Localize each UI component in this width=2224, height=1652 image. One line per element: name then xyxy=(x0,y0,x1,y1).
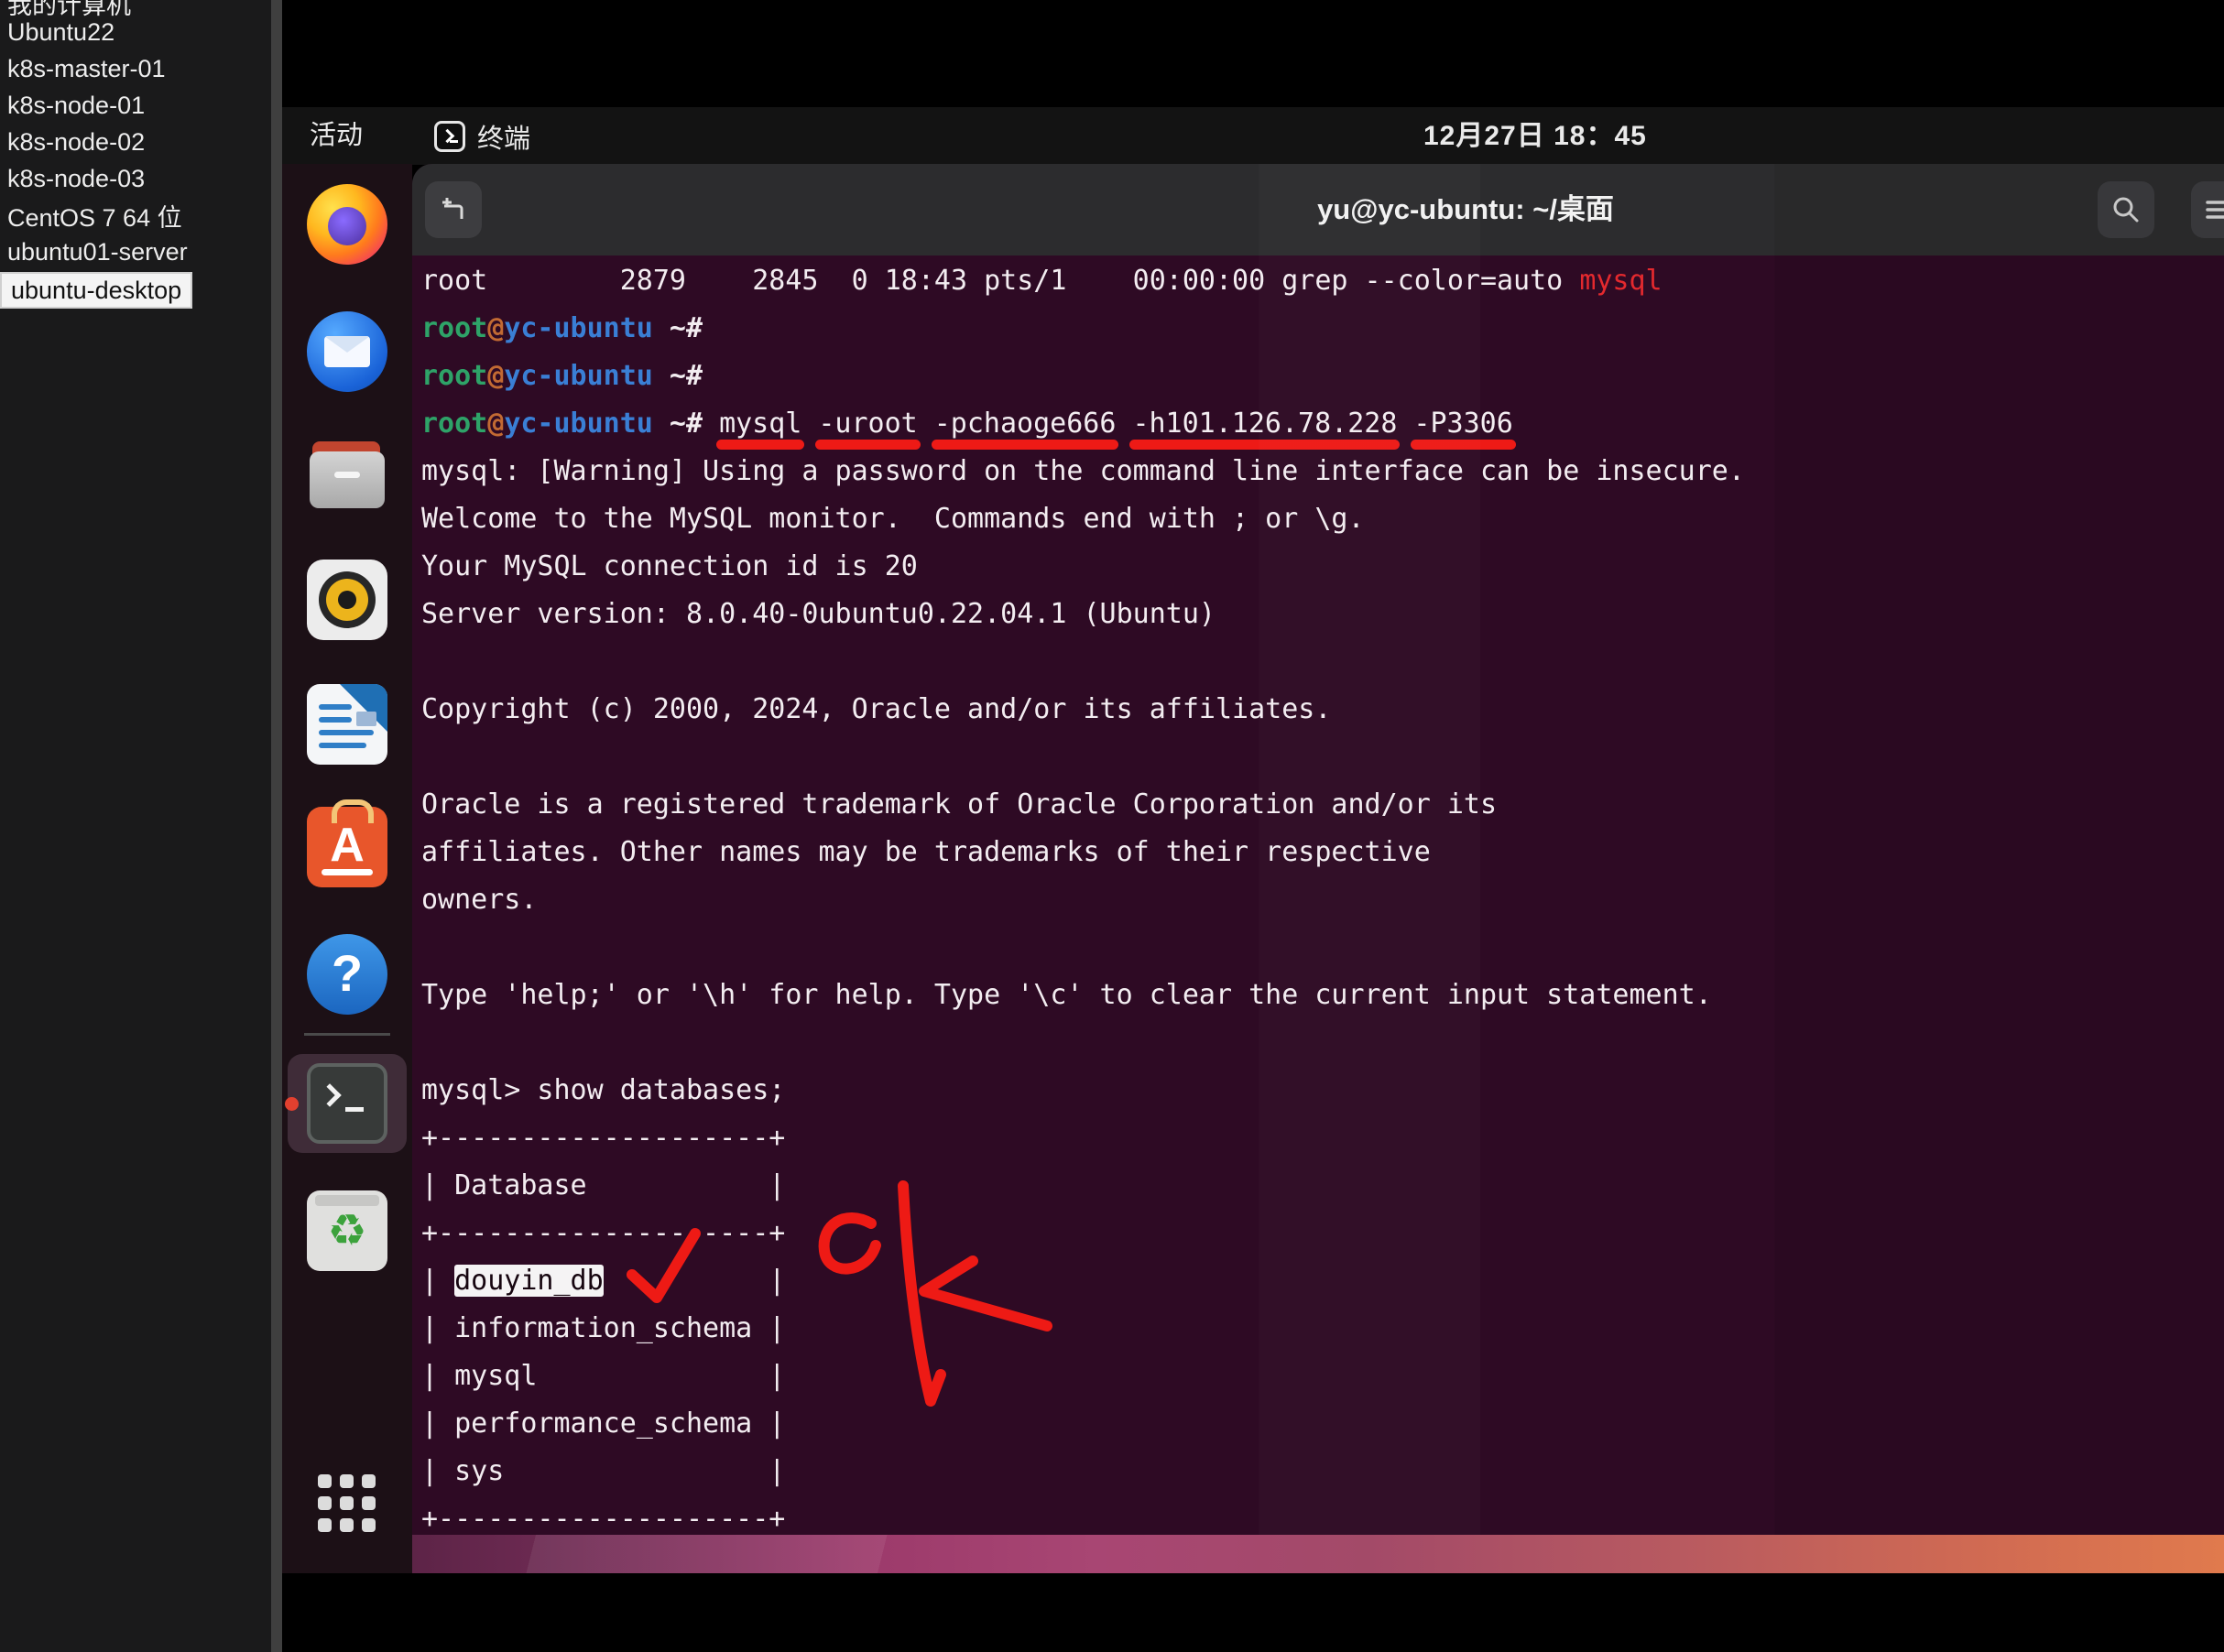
help-icon[interactable]: ? xyxy=(307,934,387,1015)
terminal-app-icon xyxy=(434,121,465,152)
vm-item-ubuntu01-server[interactable]: ubuntu01-server xyxy=(7,234,188,269)
warning-line: mysql: [Warning] Using a password on the… xyxy=(421,448,2224,495)
terminal-window: yu@yc-ubuntu: ~/桌面 root 2879 2845 0 18:4… xyxy=(412,164,2224,1535)
prompt-line: root@yc-ubuntu ~# xyxy=(421,305,2224,353)
recycle-icon: ♻ xyxy=(307,1205,387,1256)
trash-icon[interactable]: ♻ xyxy=(307,1190,387,1271)
terminal-titlebar[interactable]: yu@yc-ubuntu: ~/桌面 xyxy=(412,164,2224,255)
prompt-line: root@yc-ubuntu ~# xyxy=(421,353,2224,400)
table-row: | sys | xyxy=(421,1448,2224,1495)
cmd-mysql: mysql xyxy=(719,408,801,440)
screen: 我的计算机 Ubuntu22 k8s-master-01 k8s-node-01… xyxy=(0,0,2224,1652)
terminal-output[interactable]: root 2879 2845 0 18:43 pts/1 00:00:00 gr… xyxy=(412,255,2224,1535)
ubuntu-software-icon[interactable]: A xyxy=(307,807,387,887)
software-letter-a: A xyxy=(307,818,387,873)
mysql-command-line: root@yc-ubuntu ~#mysql-uroot-pchaoge666-… xyxy=(421,400,2224,448)
doc-line xyxy=(319,743,366,748)
vm-item-centos7[interactable]: CentOS 7 64 位 xyxy=(7,198,182,233)
running-indicator-dot xyxy=(285,1097,299,1111)
ps-grep-line: root 2879 2845 0 18:43 pts/1 00:00:00 gr… xyxy=(421,257,2224,305)
trademark-line: affiliates. Other names may be trademark… xyxy=(421,829,2224,876)
table-border: +--------------------+ xyxy=(421,1210,2224,1257)
cmd-port-arg: -P3306 xyxy=(1413,408,1512,440)
vm-item-k8s-node-03[interactable]: k8s-node-03 xyxy=(7,161,145,196)
app-menu-label: 终端 xyxy=(477,117,530,156)
table-row: | performance_schema | xyxy=(421,1400,2224,1448)
search-icon xyxy=(2110,194,2142,225)
vm-item-k8s-node-02[interactable]: k8s-node-02 xyxy=(7,125,145,159)
table-header-database: | Database | xyxy=(421,1162,2224,1210)
doc-line xyxy=(319,717,352,723)
new-tab-icon xyxy=(437,193,470,226)
envelope-icon xyxy=(324,336,370,367)
table-row-douyin-db: | douyin_db | xyxy=(421,1257,2224,1305)
doc-image xyxy=(356,712,376,726)
vm-item-ubuntu22[interactable]: Ubuntu22 xyxy=(7,15,114,49)
table-border: +--------------------+ xyxy=(421,1495,2224,1535)
folder-icon xyxy=(310,451,385,508)
doc-line xyxy=(319,704,352,710)
terminal-dock-icon[interactable] xyxy=(307,1063,387,1144)
table-row: | mysql | xyxy=(421,1353,2224,1400)
firefox-globe xyxy=(328,207,366,245)
window-title: yu@yc-ubuntu: ~/桌面 xyxy=(1317,164,1614,255)
thunderbird-icon[interactable] xyxy=(307,311,387,392)
cmd-password-arg: -pchaoge666 xyxy=(934,408,1117,440)
files-icon[interactable] xyxy=(307,436,387,516)
rhythmbox-icon[interactable] xyxy=(307,560,387,640)
vm-item-k8s-master-01[interactable]: k8s-master-01 xyxy=(7,51,166,86)
help-line: Type 'help;' or '\h' for help. Type '\c'… xyxy=(421,972,2224,1019)
table-border: +--------------------+ xyxy=(421,1114,2224,1162)
firefox-icon[interactable] xyxy=(307,184,387,265)
show-applications-button[interactable] xyxy=(318,1474,376,1533)
show-databases-query: mysql> show databases; xyxy=(421,1067,2224,1114)
cmd-user-arg: -uroot xyxy=(818,408,917,440)
question-mark-icon: ? xyxy=(307,943,387,1003)
blank-line xyxy=(421,924,2224,972)
trademark-line: Oracle is a registered trademark of Orac… xyxy=(421,781,2224,829)
vm-panel-scrollbar[interactable] xyxy=(271,0,282,1652)
cmd-host-arg: -h101.126.78.228 xyxy=(1132,408,1397,440)
doc-line xyxy=(319,730,374,735)
speaker-icon xyxy=(319,571,376,628)
copyright-line: Copyright (c) 2000, 2024, Oracle and/or … xyxy=(421,686,2224,734)
search-button[interactable] xyxy=(2098,181,2154,238)
server-version-line: Server version: 8.0.40-0ubuntu0.22.04.1 … xyxy=(421,591,2224,638)
desktop-wallpaper-strip xyxy=(282,1535,2224,1573)
gnome-top-bar: 活动 终端 12月27日 18：45 xyxy=(282,107,2224,165)
blank-line xyxy=(421,1019,2224,1067)
remote-desktop: 活动 终端 12月27日 18：45 A ? ♻ xyxy=(282,0,2224,1652)
libreoffice-writer-icon[interactable] xyxy=(307,684,387,765)
dock-divider xyxy=(304,1033,390,1036)
hamburger-icon xyxy=(2204,194,2224,225)
activities-button[interactable]: 活动 xyxy=(310,107,363,165)
dock: A ? ♻ xyxy=(282,164,412,1573)
clock-date[interactable]: 12月27日 18：45 xyxy=(1423,107,1647,165)
blank-line xyxy=(421,638,2224,686)
table-row: | information_schema | xyxy=(421,1305,2224,1353)
vm-list-panel: 我的计算机 Ubuntu22 k8s-master-01 k8s-node-01… xyxy=(0,0,271,1652)
douyin-db-highlight: douyin_db xyxy=(454,1265,604,1297)
vm-item-k8s-node-01[interactable]: k8s-node-01 xyxy=(7,88,145,123)
app-menu[interactable]: 终端 xyxy=(434,107,530,165)
vm-item-ubuntu-desktop-selected[interactable]: ubuntu-desktop xyxy=(0,272,192,309)
welcome-line: Welcome to the MySQL monitor. Commands e… xyxy=(421,495,2224,543)
new-tab-button[interactable] xyxy=(425,181,482,238)
connection-id-line: Your MySQL connection id is 20 xyxy=(421,543,2224,591)
blank-line xyxy=(421,734,2224,781)
menu-button[interactable] xyxy=(2191,181,2224,238)
trademark-line: owners. xyxy=(421,876,2224,924)
